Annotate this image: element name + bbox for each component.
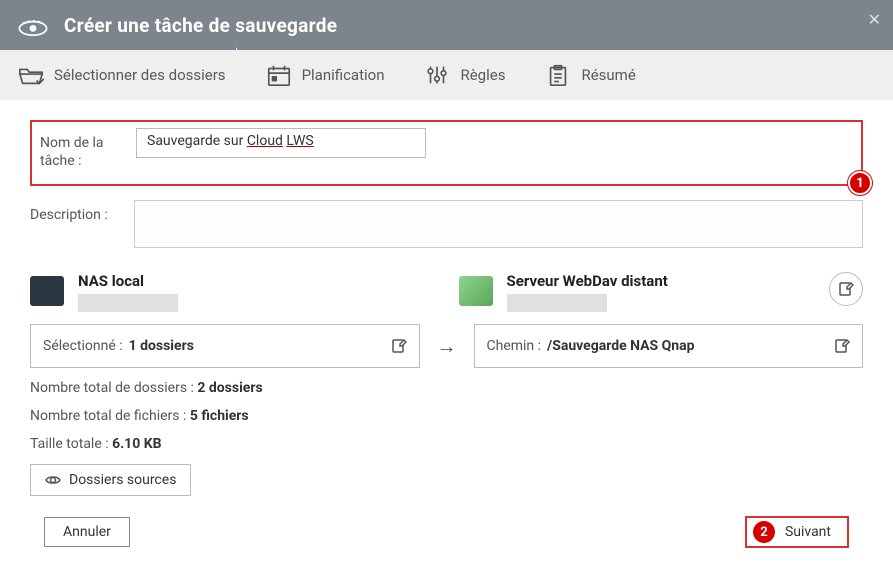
webdav-icon (459, 276, 493, 306)
tab-rules[interactable]: Règles (424, 63, 505, 87)
tab-label: Sélectionner des dossiers (54, 66, 226, 84)
tab-select-folders[interactable]: Sélectionner des dossiers (18, 63, 226, 87)
content: Nom de la tâche : Sauvegarde sur Cloud L… (0, 100, 893, 516)
nas-icon (30, 276, 64, 306)
tab-label: Planification (302, 66, 385, 84)
arrow-icon: → (432, 334, 462, 359)
source-name: NAS local (78, 272, 178, 290)
edit-destination-button[interactable] (829, 272, 863, 306)
edit-icon[interactable] (391, 338, 407, 354)
description-label: Description : (30, 200, 134, 224)
footer: Annuler 2 Suivant (0, 516, 893, 548)
stat-files: Nombre total de fichiers : 5 fichiers (30, 408, 863, 424)
eye-icon (45, 474, 61, 486)
tabbar: Sélectionner des dossiers Planification … (0, 50, 893, 100)
stat-size: Taille totale : 6.10 KB (30, 436, 863, 452)
destination-sub (507, 294, 607, 312)
tab-label: Résumé (581, 66, 635, 84)
source-folders-button[interactable]: Dossiers sources (30, 464, 191, 496)
callout-badge-2: 2 (753, 521, 775, 543)
edit-icon[interactable] (834, 338, 850, 354)
task-name-input[interactable]: Sauvegarde sur Cloud LWS (136, 128, 426, 158)
calendar-icon (266, 63, 292, 87)
destination-path-box[interactable]: Chemin : /Sauvegarde NAS Qnap (474, 324, 864, 368)
callout-badge-1: 1 (848, 171, 872, 195)
next-button[interactable]: 2 Suivant (745, 516, 849, 548)
description-input[interactable] (134, 200, 863, 248)
source-path-box[interactable]: Sélectionné : 1 dossiers (30, 324, 420, 368)
titlebar-title: Créer une tâche de sauvegarde (64, 14, 337, 37)
stat-folders: Nombre total de dossiers : 2 dossiers (30, 380, 863, 396)
task-name-highlight: Nom de la tâche : Sauvegarde sur Cloud L… (30, 120, 863, 186)
clipboard-icon (545, 63, 571, 87)
source-storage: NAS local (30, 272, 435, 312)
task-name-label: Nom de la tâche : (40, 128, 136, 170)
tab-summary[interactable]: Résumé (545, 63, 635, 87)
destination-storage: Serveur WebDav distant (459, 272, 864, 312)
tab-schedule[interactable]: Planification (266, 63, 385, 87)
close-icon[interactable]: ✕ (868, 10, 881, 29)
source-sub (78, 294, 178, 312)
folder-select-icon (18, 63, 44, 87)
titlebar: Créer une tâche de sauvegarde ✕ (0, 0, 893, 50)
cancel-button[interactable]: Annuler (44, 517, 130, 547)
app-icon (16, 11, 50, 39)
tab-label: Règles (460, 66, 505, 84)
destination-name: Serveur WebDav distant (507, 272, 668, 290)
sliders-icon (424, 63, 450, 87)
edit-icon (838, 281, 854, 297)
